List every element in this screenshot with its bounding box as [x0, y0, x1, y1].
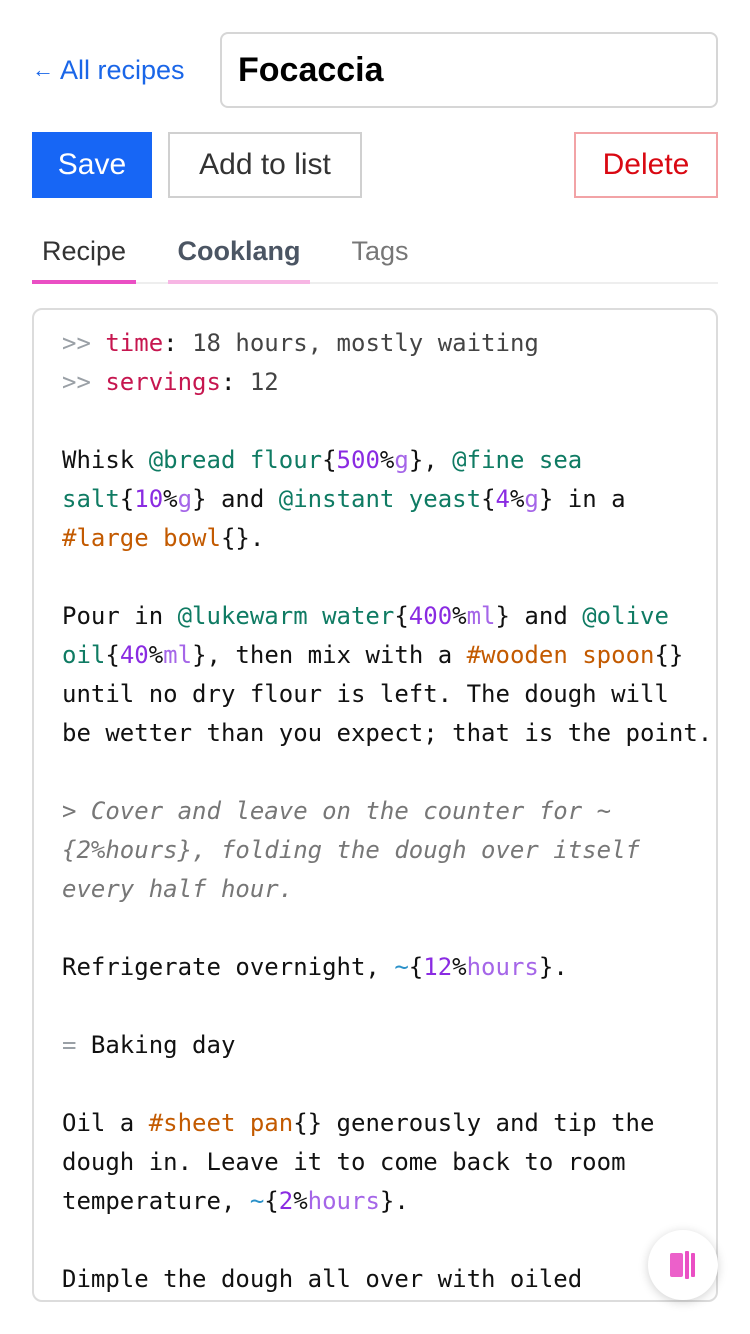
metadata-value: 12 — [249, 368, 279, 396]
arrow-left-icon: ← — [32, 57, 54, 82]
note-line: every half hour. — [62, 875, 294, 903]
metadata-marker: >> — [62, 329, 91, 357]
toolbar: Save Add to list Delete — [32, 132, 718, 200]
ingredient: salt — [62, 485, 120, 513]
recipe-title-input[interactable] — [220, 32, 718, 108]
header: ← All recipes — [32, 32, 718, 108]
unit: g — [394, 446, 409, 474]
timer-marker: ~ — [394, 953, 409, 981]
step-line: temperature, ~{2%hours}. — [62, 1187, 409, 1215]
step-line: Refrigerate overnight, ~{12%hours}. — [62, 953, 568, 981]
quantity: 40 — [119, 641, 149, 669]
quantity: 12 — [423, 953, 453, 981]
tab-bar: Recipe Cooklang Tags — [32, 226, 718, 284]
quantity: 400 — [408, 602, 453, 630]
ingredient: @instant yeast — [278, 485, 482, 513]
ingredient: @bread flour — [148, 446, 323, 474]
step-line: salt{10%g} and @instant yeast{4%g} in a — [62, 485, 626, 513]
ingredient: @lukewarm water — [177, 602, 395, 630]
metadata-line: >> time: 18 hours, mostly waiting — [62, 329, 539, 357]
unit: ml — [466, 602, 496, 630]
note-line: > Cover and leave on the counter for ~ — [62, 797, 612, 825]
step-line: #large bowl{}. — [62, 524, 265, 552]
cooklang-editor[interactable]: >> time: 18 hours, mostly waiting >> ser… — [32, 308, 718, 1302]
metadata-value: 18 hours, mostly waiting — [192, 329, 539, 357]
ingredient: oil — [62, 641, 106, 669]
section-marker: = — [62, 1031, 77, 1059]
quantity: 4 — [495, 485, 510, 513]
quantity: 10 — [134, 485, 164, 513]
metadata-marker: >> — [62, 368, 91, 396]
metadata-key: time — [105, 329, 164, 357]
cookware: #large bowl — [62, 524, 221, 552]
book-open-icon — [670, 1251, 695, 1279]
add-to-list-button[interactable]: Add to list — [168, 132, 362, 198]
ingredient: @olive — [582, 602, 669, 630]
back-to-all-recipes-link[interactable]: ← All recipes — [32, 55, 220, 86]
step-line: Oil a #sheet pan{} generously and tip th… — [62, 1109, 655, 1137]
unit: g — [177, 485, 193, 513]
step-line: dough in. Leave it to come back to room — [62, 1148, 626, 1176]
step-line: be wetter than you expect; that is the p… — [62, 719, 713, 747]
quantity: 500 — [336, 446, 380, 474]
editor-content: >> time: 18 hours, mostly waiting >> ser… — [62, 324, 713, 1299]
unit: hours — [307, 1187, 380, 1215]
reader-mode-button[interactable] — [648, 1230, 718, 1300]
section-line: = Baking day — [62, 1026, 702, 1065]
timer-marker: ~ — [249, 1187, 265, 1215]
cookware: #wooden spoon — [466, 641, 655, 669]
metadata-key: servings — [105, 368, 221, 396]
step-line: Pour in @lukewarm water{400%ml} and @oli… — [62, 602, 669, 630]
quantity: 2 — [278, 1187, 294, 1215]
section-title: Baking day — [76, 1031, 236, 1059]
save-button[interactable]: Save — [32, 132, 152, 198]
tab-recipe[interactable]: Recipe — [32, 226, 136, 284]
step-line: Dimple the dough all over with oiled — [62, 1265, 583, 1293]
unit: hours — [466, 953, 539, 981]
step-line: Whisk @bread flour{500%g}, @fine sea — [62, 446, 583, 474]
note-line: {2%hours}, folding the dough over itself — [62, 836, 640, 864]
cookware: #sheet pan — [148, 1109, 294, 1137]
metadata-line: >> servings: 12 — [62, 368, 279, 396]
step-line: oil{40%ml}, then mix with a #wooden spoo… — [62, 641, 684, 669]
step-line: until no dry flour is left. The dough wi… — [62, 680, 669, 708]
unit: ml — [163, 641, 193, 669]
unit: g — [524, 485, 539, 513]
back-link-label: All recipes — [60, 54, 185, 85]
tab-tags[interactable]: Tags — [350, 226, 410, 284]
tab-cooklang[interactable]: Cooklang — [168, 226, 310, 284]
ingredient: @fine sea — [452, 446, 583, 474]
delete-button[interactable]: Delete — [574, 132, 718, 198]
